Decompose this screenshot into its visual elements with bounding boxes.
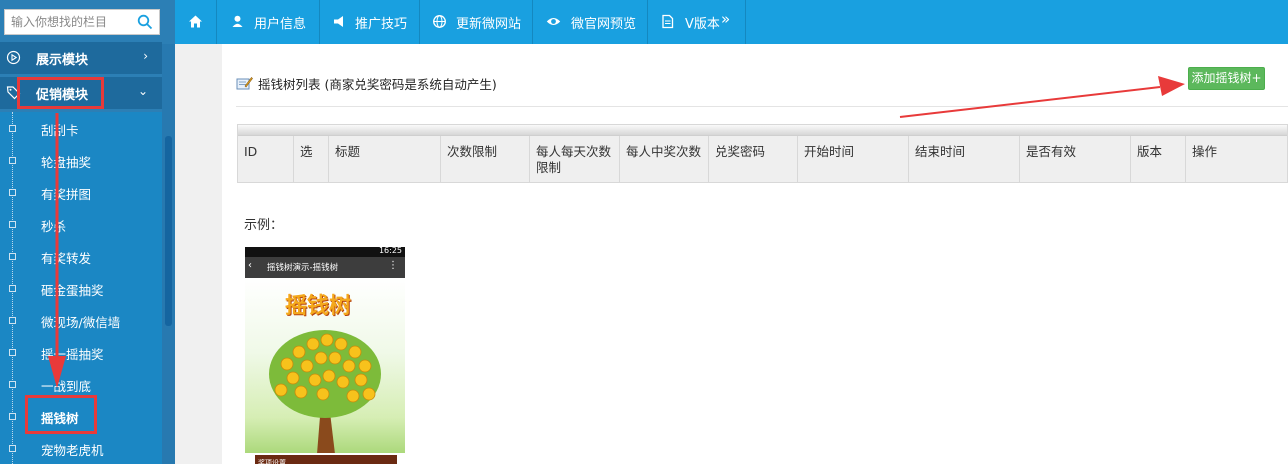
sidebar-item-label: 砸金蛋抽奖 [41,283,104,298]
edit-list-icon [236,77,253,90]
nav-update-site[interactable]: 更新微网站 [420,0,533,44]
annotation-highlight-item [25,395,97,434]
tree-node [9,189,16,196]
scroll-thumb[interactable] [165,136,172,326]
search-input[interactable] [5,10,133,34]
column-header: 是否有效 [1020,136,1131,182]
column-header: 每人中奖次数 [620,136,709,182]
column-header: ID [238,136,294,182]
sidebar-item-label: 轮盘抽奖 [41,155,92,170]
add-money-tree-button[interactable]: 添加摇钱树+ [1188,67,1265,90]
sidebar-item-pet-slot[interactable]: 宠物老虎机 [0,432,162,464]
phone-footer: 奖项设置 [245,453,405,464]
eye-icon [546,18,561,25]
nav-label: 用户信息 [254,17,307,32]
phone-title-bar: ‹ 摇钱树演示-摇钱树 ⋮ [245,257,405,278]
money-tree-table: ID 选 标题 次数限制 每人每天次数限制 每人中奖次数 兑奖密码 开始时间 结… [237,124,1288,183]
sidebar-item-shake-lottery[interactable]: 摇一摇抽奖 [0,336,162,368]
home-icon [189,15,202,28]
column-header: 选 [294,136,329,182]
megaphone-icon [334,16,343,27]
column-header: 操作 [1192,144,1218,159]
back-icon: ‹ [248,260,252,271]
tree-node [9,349,16,356]
sidebar-item-label: 有奖转发 [41,251,92,266]
nav-version[interactable]: V版本 » [648,0,746,44]
nav-home[interactable] [175,0,217,44]
document-icon [662,14,674,29]
sidebar-item-label: 一战到底 [41,379,92,394]
chevron-right-icon: › [143,49,148,63]
sidebar: 展示模块 › 促销模块 ⌄ 刮刮卡 轮盘抽奖 有奖拼图 秒杀 有奖转发 砸金蛋抽… [0,0,175,464]
annotation-highlight-section [17,77,104,109]
nav-label: 更新微网站 [456,17,522,32]
sidebar-scrollbar[interactable] [162,44,175,464]
sidebar-item-label: 刮刮卡 [41,123,79,138]
table-toolbar [238,125,1287,136]
tree-node [9,413,16,420]
column-header: 结束时间 [909,136,1020,182]
nav-user-info[interactable]: 用户信息 [217,0,320,44]
column-header: 标题 [329,136,441,182]
nav-label: V版本 [685,17,720,32]
main-content: 摇钱树列表 (商家兑奖密码是系统自动产生) 添加摇钱树+ ID 选 标题 次数限… [222,44,1288,464]
sidebar-item-flash-sale[interactable]: 秒杀 [0,208,162,240]
sidebar-search [4,9,160,35]
tree-node [9,285,16,292]
divider [236,106,1288,107]
globe-icon [433,15,446,28]
phone-clock: 16:25 [378,247,402,255]
column-header: 兑奖密码 [709,136,798,182]
nav-label: 推广技巧 [355,17,408,32]
phone-status-bar: 16:25 [245,247,405,257]
tree-node [9,317,16,324]
sidebar-item-scratch-card[interactable]: 刮刮卡 [0,112,162,144]
tree-node [9,381,16,388]
sidebar-section-label: 展示模块 [36,53,89,68]
sidebar-item-label: 摇一摇抽奖 [41,347,104,362]
sidebar-item-golden-egg[interactable]: 砸金蛋抽奖 [0,272,162,304]
column-header: 次数限制 [441,136,530,182]
nav-promo-tips[interactable]: 推广技巧 [320,0,420,44]
sidebar-item-label: 微现场/微信墙 [41,315,121,330]
sidebar-item-wechat-wall[interactable]: 微现场/微信墙 [0,304,162,336]
tree-node [9,157,16,164]
page-title: 摇钱树列表 (商家兑奖密码是系统自动产生) [258,77,497,92]
column-header: 版本 [1131,136,1186,182]
column-header: 每人每天次数限制 [530,136,620,182]
money-tree-illustration [269,330,381,454]
tree-node [9,445,16,452]
sidebar-item-label: 宠物老虎机 [41,443,104,458]
phone-body: 摇钱树 奖项设置 [245,278,405,464]
sidebar-item-label: 秒杀 [41,219,67,234]
top-nav: 用户信息 推广技巧 更新微网站 微官网预览 V版本 » [175,0,1288,44]
tree-node [9,221,16,228]
sidebar-item-wheel-lottery[interactable]: 轮盘抽奖 [0,144,162,176]
app-root: 展示模块 › 促销模块 ⌄ 刮刮卡 轮盘抽奖 有奖拼图 秒杀 有奖转发 砸金蛋抽… [0,0,1288,464]
sidebar-item-label: 有奖拼图 [41,187,92,202]
sidebar-item-share-reward[interactable]: 有奖转发 [0,240,162,272]
chevron-down-icon: ⌄ [137,84,148,98]
play-circle-icon [6,50,21,65]
example-label: 示例： [244,218,284,233]
double-chevron-right-icon: » [721,10,731,28]
example-phone-screenshot: 16:25 ‹ 摇钱树演示-摇钱树 ⋮ 摇钱树 奖项设置 [245,247,405,464]
tree-node [9,253,16,260]
phone-title: 摇钱树演示-摇钱树 [267,263,339,273]
user-icon [232,15,243,27]
more-icon: ⋮ [388,260,398,271]
nav-label: 微官网预览 [571,17,637,32]
nav-preview-site[interactable]: 微官网预览 [533,0,648,44]
prize-settings-bar: 奖项设置 [255,455,397,464]
column-header: 开始时间 [798,136,909,182]
tree-node [9,125,16,132]
sidebar-section-display[interactable]: 展示模块 › [0,42,162,74]
search-icon[interactable] [137,14,153,30]
sidebar-item-puzzle[interactable]: 有奖拼图 [0,176,162,208]
